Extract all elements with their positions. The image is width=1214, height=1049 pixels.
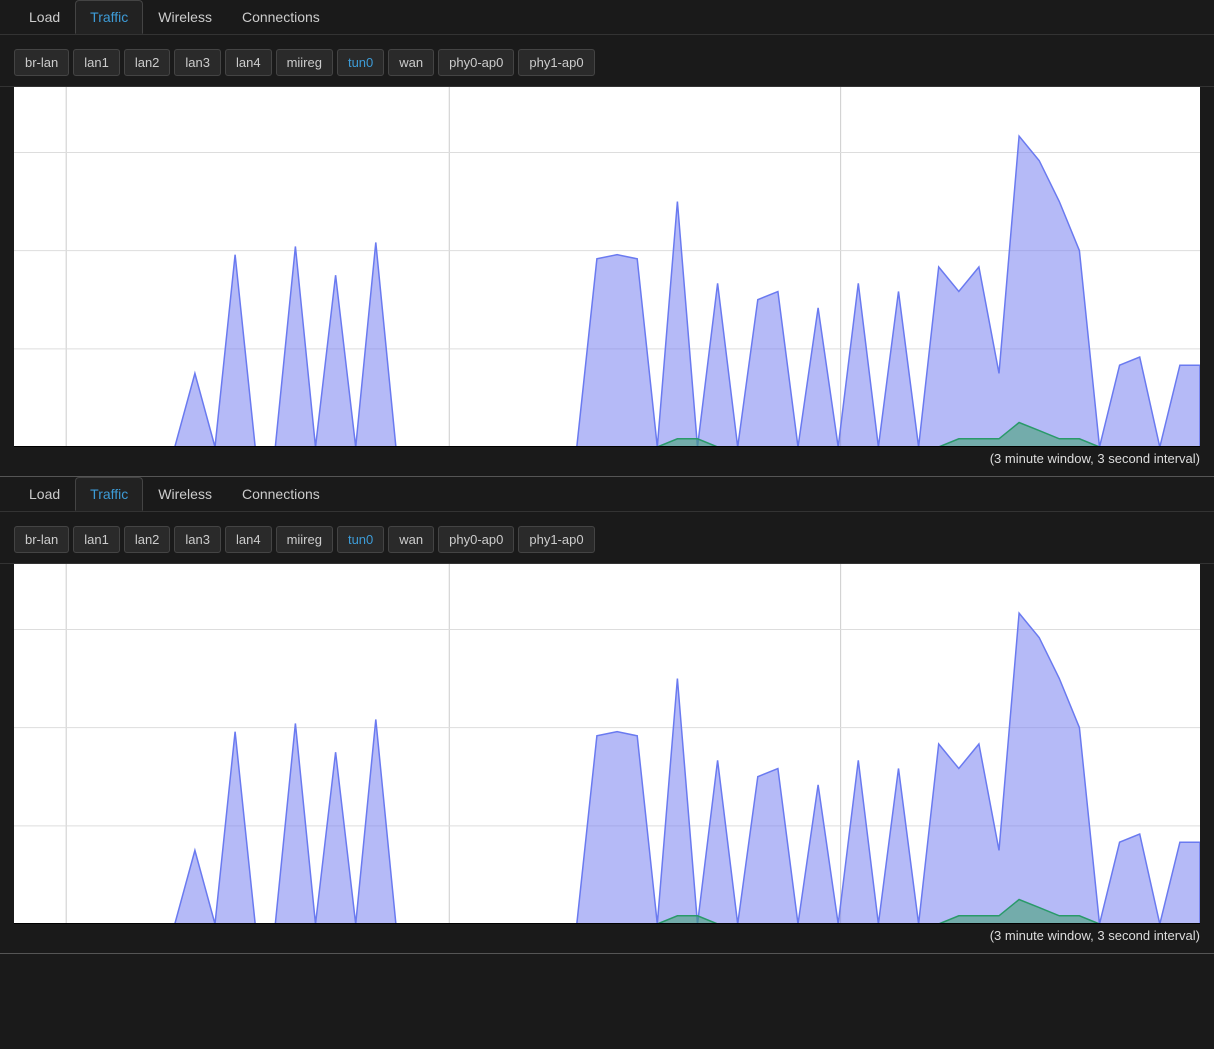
chart-caption: (3 minute window, 3 second interval) bbox=[0, 926, 1214, 949]
iface-tun0[interactable]: tun0 bbox=[337, 49, 384, 76]
iface-phy0-ap0[interactable]: phy0-ap0 bbox=[438, 49, 514, 76]
iface-miireg[interactable]: miireg bbox=[276, 526, 333, 553]
section-tabs: LoadTrafficWirelessConnections bbox=[0, 0, 1214, 35]
traffic-chart bbox=[14, 564, 1200, 924]
iface-phy0-ap0[interactable]: phy0-ap0 bbox=[438, 526, 514, 553]
tab-traffic[interactable]: Traffic bbox=[75, 0, 143, 34]
tab-traffic[interactable]: Traffic bbox=[75, 477, 143, 511]
iface-lan1[interactable]: lan1 bbox=[73, 526, 120, 553]
traffic-chart bbox=[14, 87, 1200, 447]
traffic-panel: LoadTrafficWirelessConnectionsbr-lanlan1… bbox=[0, 0, 1214, 477]
iface-lan4[interactable]: lan4 bbox=[225, 526, 272, 553]
iface-lan1[interactable]: lan1 bbox=[73, 49, 120, 76]
traffic-panel: LoadTrafficWirelessConnectionsbr-lanlan1… bbox=[0, 477, 1214, 954]
iface-miireg[interactable]: miireg bbox=[276, 49, 333, 76]
tab-connections[interactable]: Connections bbox=[227, 0, 335, 34]
iface-wan[interactable]: wan bbox=[388, 49, 434, 76]
tab-wireless[interactable]: Wireless bbox=[143, 0, 227, 34]
chart-caption: (3 minute window, 3 second interval) bbox=[0, 449, 1214, 472]
tab-load[interactable]: Load bbox=[14, 0, 75, 34]
iface-tun0[interactable]: tun0 bbox=[337, 526, 384, 553]
series-inbound bbox=[14, 613, 1200, 924]
tab-load[interactable]: Load bbox=[14, 477, 75, 511]
iface-lan3[interactable]: lan3 bbox=[174, 526, 221, 553]
interface-tabs: br-lanlan1lan2lan3lan4miiregtun0wanphy0-… bbox=[0, 512, 1214, 564]
tab-connections[interactable]: Connections bbox=[227, 477, 335, 511]
section-tabs: LoadTrafficWirelessConnections bbox=[0, 477, 1214, 512]
series-inbound bbox=[14, 136, 1200, 447]
iface-lan4[interactable]: lan4 bbox=[225, 49, 272, 76]
iface-lan2[interactable]: lan2 bbox=[124, 49, 171, 76]
iface-phy1-ap0[interactable]: phy1-ap0 bbox=[518, 526, 594, 553]
chart-svg bbox=[14, 564, 1200, 924]
interface-tabs: br-lanlan1lan2lan3lan4miiregtun0wanphy0-… bbox=[0, 35, 1214, 87]
iface-wan[interactable]: wan bbox=[388, 526, 434, 553]
tab-wireless[interactable]: Wireless bbox=[143, 477, 227, 511]
iface-phy1-ap0[interactable]: phy1-ap0 bbox=[518, 49, 594, 76]
iface-br-lan[interactable]: br-lan bbox=[14, 526, 69, 553]
iface-lan3[interactable]: lan3 bbox=[174, 49, 221, 76]
iface-lan2[interactable]: lan2 bbox=[124, 526, 171, 553]
iface-br-lan[interactable]: br-lan bbox=[14, 49, 69, 76]
chart-svg bbox=[14, 87, 1200, 447]
